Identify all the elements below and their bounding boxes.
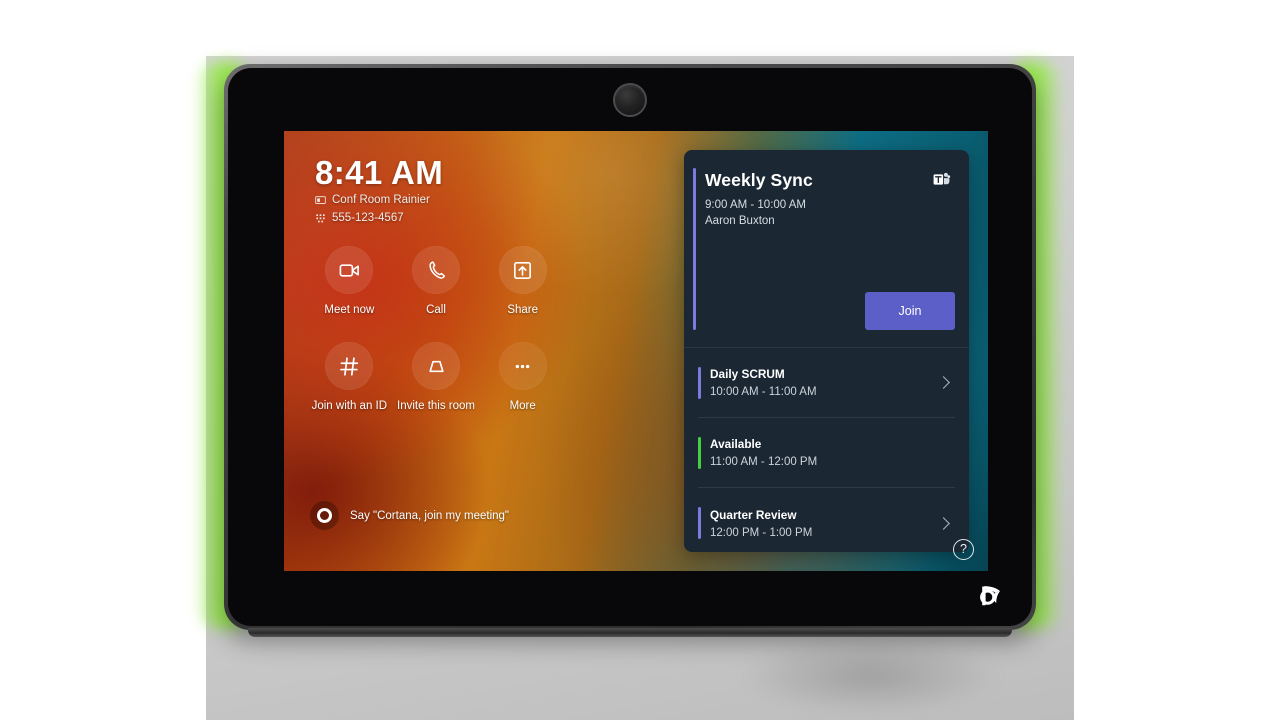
dialpad-icon [316, 213, 325, 222]
more-circle [498, 342, 547, 391]
ellipsis-icon [515, 364, 530, 368]
cortana-ring-icon [310, 501, 339, 530]
poly-touch-device: 8:41 AM Conf Room Rainier 555-123-4567 M… [224, 64, 1036, 630]
poly-logo [980, 586, 1001, 606]
cortana-prompt[interactable]: Say "Cortana, join my meeting" [310, 501, 509, 530]
more-label: More [509, 400, 536, 413]
next-meeting-organizer: Aaron Buxton [705, 215, 775, 227]
agenda-panel: Weekly Sync 9:00 AM - 10:00 AM Aaron Bux… [684, 150, 969, 552]
phone-number: 555-123-4567 [332, 212, 404, 224]
room-device-icon [428, 360, 444, 372]
meet-now-circle [325, 246, 374, 294]
phone-handset-icon [428, 260, 445, 279]
agenda-item-title: Quarter Review [710, 507, 797, 522]
help-button[interactable]: ? [953, 539, 974, 560]
agenda-item-daily-scrum[interactable]: Daily SCRUM 10:00 AM - 11:00 AM [698, 348, 955, 418]
home-panel: 8:41 AM Conf Room Rainier 555-123-4567 M… [284, 131, 684, 571]
next-meeting-time: 9:00 AM - 10:00 AM [705, 199, 807, 211]
microsoft-teams-icon [933, 172, 951, 185]
quick-actions: Meet now Call Share Join with an ID Invi… [306, 246, 566, 415]
next-meeting-accent [693, 168, 696, 330]
share-label: Share [507, 304, 539, 316]
device-bezel: 8:41 AM Conf Room Rainier 555-123-4567 M… [228, 68, 1032, 626]
agenda-item-text: Quarter Review 12:00 PM - 1:00 PM [710, 508, 939, 539]
clock: 8:41 AM [315, 154, 444, 191]
agenda-item-time: 10:00 AM - 11:00 AM [710, 386, 817, 398]
more-button[interactable]: More [479, 342, 566, 414]
chevron-right-icon [937, 516, 950, 530]
call-button[interactable]: Call [393, 246, 480, 318]
device-stand [248, 628, 1012, 637]
quick-actions-row-1: Meet now Call Share [306, 246, 566, 318]
share-circle [498, 246, 547, 294]
next-meeting-title: Weekly Sync [705, 170, 813, 190]
display-icon [315, 195, 326, 204]
agenda-item-text: Available 11:00 AM - 12:00 PM [710, 437, 955, 468]
screenshot-root: 8:41 AM Conf Room Rainier 555-123-4567 M… [0, 0, 1280, 720]
agenda-item-accent [698, 507, 701, 539]
agenda-item-accent [698, 367, 701, 399]
agenda-item-title: Available [710, 437, 762, 451]
invite-room-button[interactable]: Invite this room [393, 342, 480, 414]
room-name: Conf Room Rainier [332, 194, 430, 206]
meet-now-label: Meet now [324, 304, 375, 316]
device-screen: 8:41 AM Conf Room Rainier 555-123-4567 M… [284, 131, 988, 571]
share-button[interactable]: Share [479, 246, 566, 318]
cortana-prompt-text: Say "Cortana, join my meeting" [350, 509, 510, 522]
agenda-item-text: Daily SCRUM 10:00 AM - 11:00 AM [710, 367, 939, 398]
join-with-id-label: Join with an ID [311, 400, 388, 413]
next-meeting-card[interactable]: Weekly Sync 9:00 AM - 10:00 AM Aaron Bux… [684, 150, 969, 348]
join-button[interactable]: Join [865, 292, 955, 330]
call-circle [412, 246, 460, 294]
room-name-row: Conf Room Rainier [315, 194, 430, 206]
agenda-item-accent [698, 437, 701, 469]
chevron-right-icon [937, 376, 950, 389]
agenda-item-time: 11:00 AM - 12:00 PM [710, 456, 818, 468]
hash-icon [339, 357, 359, 376]
join-with-id-button[interactable]: Join with an ID [306, 342, 393, 414]
agenda-item-available: Available 11:00 AM - 12:00 PM [698, 418, 955, 488]
agenda-list: Daily SCRUM 10:00 AM - 11:00 AM Availabl… [684, 348, 969, 552]
call-label: Call [426, 304, 446, 316]
meet-now-button[interactable]: Meet now [306, 246, 393, 318]
invite-room-label: Invite this room [397, 400, 475, 413]
agenda-item-time: 12:00 PM - 1:00 PM [710, 526, 813, 539]
invite-room-circle [412, 342, 460, 391]
agenda-item-quarter-review[interactable]: Quarter Review 12:00 PM - 1:00 PM [698, 488, 955, 552]
agenda-item-title: Daily SCRUM [710, 367, 785, 381]
quick-actions-row-2: Join with an ID Invite this room More [306, 342, 566, 414]
join-with-id-circle [325, 342, 374, 391]
share-upload-icon [514, 261, 532, 279]
video-camera-icon [339, 263, 359, 277]
camera-lens [615, 85, 645, 115]
phone-number-row: 555-123-4567 [315, 212, 404, 224]
